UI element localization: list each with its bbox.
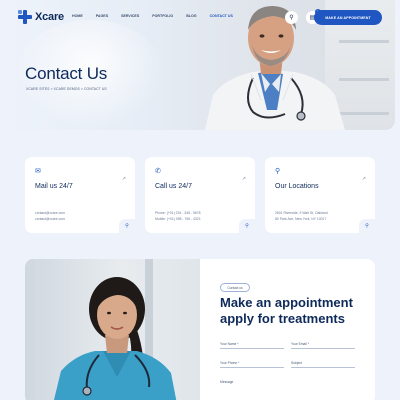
section-tag: Contact us [220, 283, 250, 292]
main-menu: HOME PAGES SERVICES PORTFOLIO BLOG CONTA… [72, 14, 233, 18]
appointment-section: Contact us Make an appointment apply for… [25, 259, 375, 400]
menu-item-contact-us[interactable]: CONTACT US [210, 14, 233, 18]
menu-item-services[interactable]: SERVICES [121, 14, 139, 18]
contact-card-mail: ✉ ↗ Mail us 24/7 contact@xcare.com conta… [25, 157, 135, 233]
nurse-image [35, 259, 177, 400]
arrow-icon: ↗ [241, 176, 246, 182]
page-title: Contact Us [25, 64, 108, 83]
menu-item-portfolio[interactable]: PORTFOLIO [152, 14, 173, 18]
menu-item-home[interactable]: HOME [72, 14, 83, 18]
logo-cross-icon [18, 10, 32, 24]
appointment-title: Make an appointment apply for treatments [220, 295, 353, 326]
arrow-icon: ↗ [361, 176, 366, 182]
phone-field[interactable]: Your Phone * [220, 358, 284, 368]
make-appointment-button[interactable]: MAKE AN APPOINTMENT [314, 10, 382, 25]
hero-banner: Xcare HOME PAGES SERVICES PORTFOLIO BLOG… [5, 0, 395, 130]
location-icon: ⚲ [275, 168, 281, 175]
card-line: 2601 Riverside, 9 Wait St, Oakland [275, 211, 328, 215]
card-line[interactable]: Phone: (+01) 234 - 345 - 5678 [155, 211, 201, 215]
menu-item-blog[interactable]: BLOG [186, 14, 196, 18]
menu-item-pages[interactable]: PAGES [96, 14, 108, 18]
email-field[interactable]: Your Email * [291, 339, 355, 349]
card-line[interactable]: contact@xcare.com [35, 217, 65, 221]
phone-icon: ✆ [155, 168, 161, 175]
card-title: Call us 24/7 [155, 183, 192, 190]
logo[interactable]: Xcare [18, 10, 64, 24]
card-line[interactable]: Mobile: (+01) 098 - 765 - 4321 [155, 217, 201, 221]
appointment-form: Contact us Make an appointment apply for… [220, 259, 375, 400]
logo-text: Xcare [35, 11, 64, 23]
card-link-button[interactable]: ⚲ [239, 219, 255, 233]
name-field[interactable]: Your Name * [220, 339, 284, 349]
card-line[interactable]: contact@xcare.com [35, 211, 65, 215]
search-icon[interactable]: ⚲ [285, 11, 298, 24]
nurse-photo [25, 259, 200, 400]
subject-field[interactable]: Subject [291, 358, 355, 368]
card-title: Our Locations [275, 183, 319, 190]
card-link-button[interactable]: ⚲ [119, 219, 135, 233]
card-link-button[interactable]: ⚲ [359, 219, 375, 233]
mail-icon: ✉ [35, 168, 41, 175]
card-title: Mail us 24/7 [35, 183, 73, 190]
contact-card-call: ✆ ↗ Call us 24/7 Phone: (+01) 234 - 345 … [145, 157, 255, 233]
contact-card-location: ⚲ ↗ Our Locations 2601 Riverside, 9 Wait… [265, 157, 375, 233]
message-field[interactable]: Message [220, 376, 355, 386]
breadcrumb: XCARE SITES > XCARE DEMOS > CONTACT US [26, 87, 107, 91]
card-line: 80 Park Ave, New York, NY 10017 [275, 217, 327, 221]
arrow-icon: ↗ [121, 176, 126, 182]
top-navigation: Xcare HOME PAGES SERVICES PORTFOLIO BLOG… [15, 9, 385, 27]
